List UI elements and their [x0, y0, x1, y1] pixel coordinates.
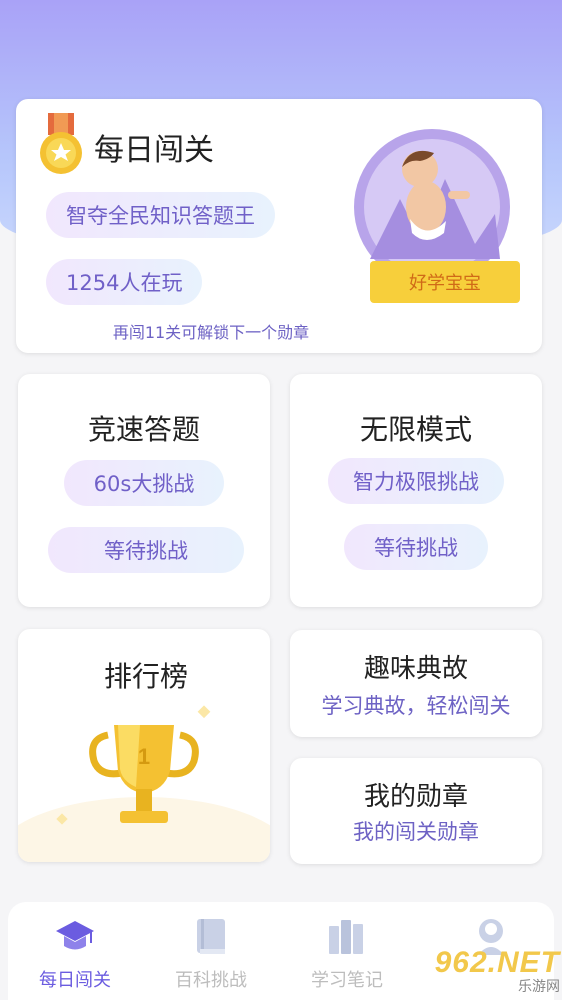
tab-notes-label: 学习笔记 — [311, 970, 383, 991]
books-icon — [329, 920, 363, 954]
ranking-card[interactable]: 排行榜 1 — [18, 629, 270, 862]
infinite-challenge-pill[interactable]: 智力极限挑战 — [328, 458, 504, 504]
tab-notes[interactable]: 学习笔记 — [292, 916, 402, 992]
svg-text:1: 1 — [138, 744, 150, 769]
infinite-title: 无限模式 — [359, 413, 472, 446]
story-title: 趣味典故 — [363, 654, 468, 684]
tab-encyclopedia-label: 百科挑战 — [175, 970, 247, 991]
gold-medal-icon — [40, 113, 82, 174]
race-challenge-pill[interactable]: 60s大挑战 — [64, 460, 224, 506]
story-subtitle: 学习典故，轻松闯关 — [321, 694, 511, 718]
site-watermark: 962.NET 乐游网 — [420, 946, 560, 996]
badge-ribbon: 好学宝宝 — [370, 261, 520, 303]
race-waiting-pill[interactable]: 等待挑战 — [48, 527, 244, 573]
infinite-waiting-pill[interactable]: 等待挑战 — [344, 524, 488, 570]
tab-daily-label: 每日闯关 — [39, 970, 111, 991]
trophy-icon: 1 — [18, 705, 270, 862]
players-count-pill: 1254人在玩 — [46, 259, 203, 305]
tab-daily[interactable]: 每日闯关 — [20, 916, 130, 992]
badge-medal[interactable]: 好学宝宝 — [350, 129, 530, 315]
race-title: 竞速答题 — [87, 413, 200, 446]
race-mode-card[interactable]: 竞速答题 60s大挑战 等待挑战 — [18, 374, 270, 607]
medals-title: 我的勋章 — [363, 782, 468, 812]
medals-subtitle: 我的闯关勋章 — [353, 820, 479, 844]
book-icon — [197, 919, 225, 954]
graduation-cap-icon — [56, 921, 94, 950]
daily-title: 每日闯关 — [94, 133, 214, 168]
tab-encyclopedia[interactable]: 百科挑战 — [156, 916, 266, 992]
daily-challenge-card[interactable]: 每日闯关 智夺全民知识答题王 1254人在玩 再闯11关可解锁下一个勋章 好学宝… — [16, 99, 542, 353]
story-card[interactable]: 趣味典故 学习典故，轻松闯关 — [290, 630, 542, 737]
slogan-pill: 智夺全民知识答题王 — [46, 192, 275, 238]
watermark-sub: 乐游网 — [518, 978, 560, 994]
unlock-tip: 再闯11关可解锁下一个勋章 — [112, 323, 310, 342]
watermark-main: 962.NET — [434, 946, 560, 979]
infinite-mode-card[interactable]: 无限模式 智力极限挑战 等待挑战 — [290, 374, 542, 607]
my-medals-card[interactable]: 我的勋章 我的闯关勋章 — [290, 758, 542, 864]
